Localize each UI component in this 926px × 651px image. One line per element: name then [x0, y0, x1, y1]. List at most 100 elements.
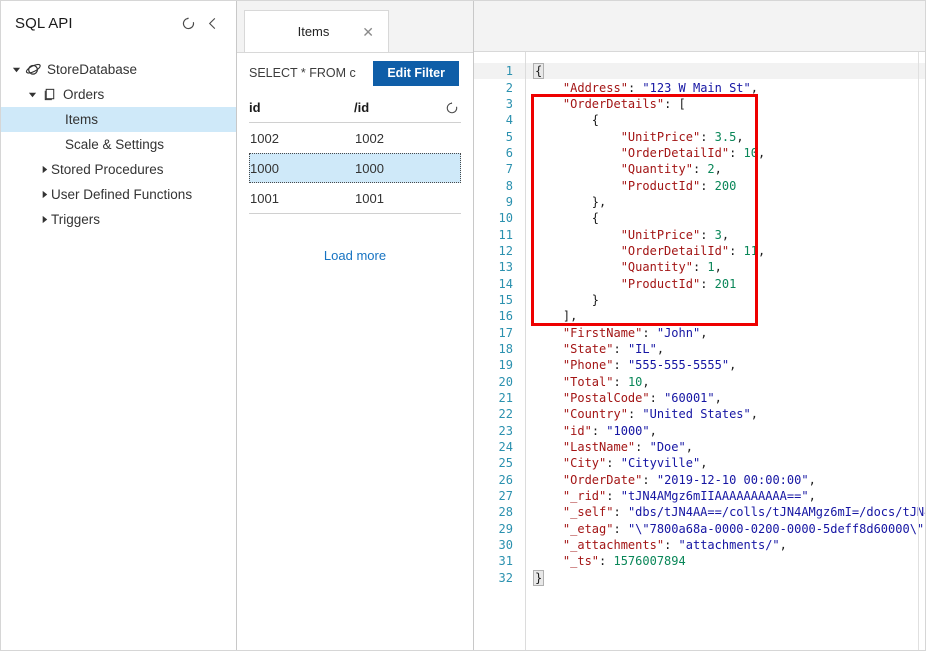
sidebar-header: SQL API: [1, 1, 236, 45]
sidebar: SQL API StoreDatabaseOrdersItemsScale & …: [1, 1, 237, 650]
line-number: 15: [474, 293, 522, 307]
sidebar-item-orders[interactable]: Orders: [1, 82, 236, 107]
line-number: 19: [474, 358, 522, 372]
sidebar-item-label: StoreDatabase: [47, 57, 137, 82]
line-number: 31: [474, 554, 522, 568]
chevron-down-icon[interactable]: [25, 82, 39, 107]
code-text: "_ts": 1576007894: [522, 554, 686, 568]
chevron-right-icon[interactable]: [37, 157, 51, 182]
code-text: "ProductId": 200: [522, 179, 736, 193]
items-grid-header: id /id: [249, 93, 461, 123]
code-text: "City": "Cityville",: [522, 456, 707, 470]
close-icon[interactable]: ✕: [362, 25, 374, 39]
chevron-left-icon[interactable]: [200, 11, 224, 35]
code-text: "_rid": "tJN4AMgz6mIIAAAAAAAAAA==",: [522, 489, 816, 503]
code-text: "UnitPrice": 3.5,: [522, 130, 744, 144]
tab-items[interactable]: Items ✕: [244, 10, 389, 52]
grid-bottom-divider: [249, 213, 461, 214]
code-text: "ProductId": 201: [522, 277, 736, 291]
code-line: 30 "_attachments": "attachments/",: [474, 537, 925, 553]
table-row[interactable]: 10021002: [249, 123, 461, 153]
sidebar-item-scale-settings[interactable]: Scale & Settings: [1, 132, 236, 157]
code-text: "Country": "United States",: [522, 407, 758, 421]
page-title: SQL API: [15, 15, 176, 32]
cell-id: 1001: [250, 191, 355, 206]
cell-id: 1000: [250, 161, 355, 176]
line-number: 20: [474, 375, 522, 389]
sidebar-item-label: User Defined Functions: [51, 182, 192, 207]
code-text: "id": "1000",: [522, 424, 657, 438]
code-text: "Address": "123 W Main St",: [522, 81, 758, 95]
code-line: 22 "Country": "United States",: [474, 406, 925, 422]
code-text: "OrderDetailId": 11,: [522, 244, 765, 258]
json-code[interactable]: 1{2 "Address": "123 W Main St",3 "OrderD…: [474, 63, 925, 586]
code-text: "UnitPrice": 3,: [522, 228, 729, 242]
sidebar-item-items[interactable]: Items: [1, 107, 236, 132]
table-row[interactable]: 10001000: [249, 153, 461, 183]
table-row[interactable]: 10011001: [249, 183, 461, 213]
cell-id: 1002: [250, 131, 355, 146]
code-text: "Quantity": 1,: [522, 260, 722, 274]
code-line: 4 {: [474, 112, 925, 128]
load-more-link[interactable]: Load more: [249, 248, 461, 263]
line-number: 4: [474, 113, 522, 127]
edit-filter-button[interactable]: Edit Filter: [373, 61, 459, 86]
code-line: 19 "Phone": "555-555-5555",: [474, 357, 925, 373]
line-number: 24: [474, 440, 522, 454]
line-number: 7: [474, 162, 522, 176]
editor-top-strip: [474, 1, 925, 52]
code-text: "_self": "dbs/tJN4AA==/colls/tJN4AMgz6mI…: [522, 505, 925, 519]
code-text: "_attachments": "attachments/",: [522, 538, 787, 552]
code-line: 27 "_rid": "tJN4AMgz6mIIAAAAAAAAAA==",: [474, 488, 925, 504]
chevron-down-icon[interactable]: [9, 57, 23, 82]
line-number: 32: [474, 571, 522, 585]
line-number: 9: [474, 195, 522, 209]
code-text: {: [522, 211, 599, 225]
sidebar-item-stored-procedures[interactable]: Stored Procedures: [1, 157, 236, 182]
sidebar-item-label: Triggers: [51, 207, 100, 232]
code-line: 29 "_etag": "\"7800a68a-0000-0200-0000-5…: [474, 521, 925, 537]
caret-placeholder: [51, 107, 65, 132]
line-number: 25: [474, 456, 522, 470]
code-line: 23 "id": "1000",: [474, 423, 925, 439]
code-text: ],: [522, 309, 577, 323]
refresh-icon[interactable]: [176, 11, 200, 35]
items-grid-body: 100210021000100010011001: [249, 123, 461, 213]
line-number: 30: [474, 538, 522, 552]
line-number: 1: [474, 64, 522, 78]
code-line: 24 "LastName": "Doe",: [474, 439, 925, 455]
gutter-divider: [525, 52, 526, 650]
container-documents-icon: [39, 82, 59, 107]
chevron-right-icon[interactable]: [37, 182, 51, 207]
line-number: 23: [474, 424, 522, 438]
sidebar-item-label: Stored Procedures: [51, 157, 164, 182]
line-number: 10: [474, 211, 522, 225]
code-line: 12 "OrderDetailId": 11,: [474, 243, 925, 259]
code-line: 10 {: [474, 210, 925, 226]
code-line: 7 "Quantity": 2,: [474, 161, 925, 177]
cosmos-db-data-explorer-window: SQL API StoreDatabaseOrdersItemsScale & …: [0, 0, 926, 651]
code-line: 28 "_self": "dbs/tJN4AA==/colls/tJN4AMgz…: [474, 504, 925, 520]
code-text: "PostalCode": "60001",: [522, 391, 722, 405]
line-number: 18: [474, 342, 522, 356]
line-number: 22: [474, 407, 522, 421]
line-number: 12: [474, 244, 522, 258]
code-line: 25 "City": "Cityville",: [474, 455, 925, 471]
cell-partition-key: 1001: [355, 191, 427, 206]
sidebar-item-storedatabase[interactable]: StoreDatabase: [1, 57, 236, 82]
column-header-pid[interactable]: /id: [354, 100, 426, 115]
refresh-icon[interactable]: [426, 101, 461, 115]
cosmos-planet-icon: [23, 57, 43, 82]
editor-right-divider: [918, 52, 919, 650]
sidebar-item-label: Scale & Settings: [65, 132, 164, 157]
json-editor[interactable]: 1{2 "Address": "123 W Main St",3 "OrderD…: [474, 52, 925, 650]
query-text: SELECT * FROM c: [249, 66, 363, 80]
sidebar-item-user-defined-functions[interactable]: User Defined Functions: [1, 182, 236, 207]
line-number: 6: [474, 146, 522, 160]
line-number: 29: [474, 522, 522, 536]
chevron-right-icon[interactable]: [37, 207, 51, 232]
column-header-id[interactable]: id: [249, 100, 354, 115]
code-line: 14 "ProductId": 201: [474, 275, 925, 291]
query-bar: SELECT * FROM c Edit Filter: [237, 53, 473, 93]
sidebar-item-triggers[interactable]: Triggers: [1, 207, 236, 232]
